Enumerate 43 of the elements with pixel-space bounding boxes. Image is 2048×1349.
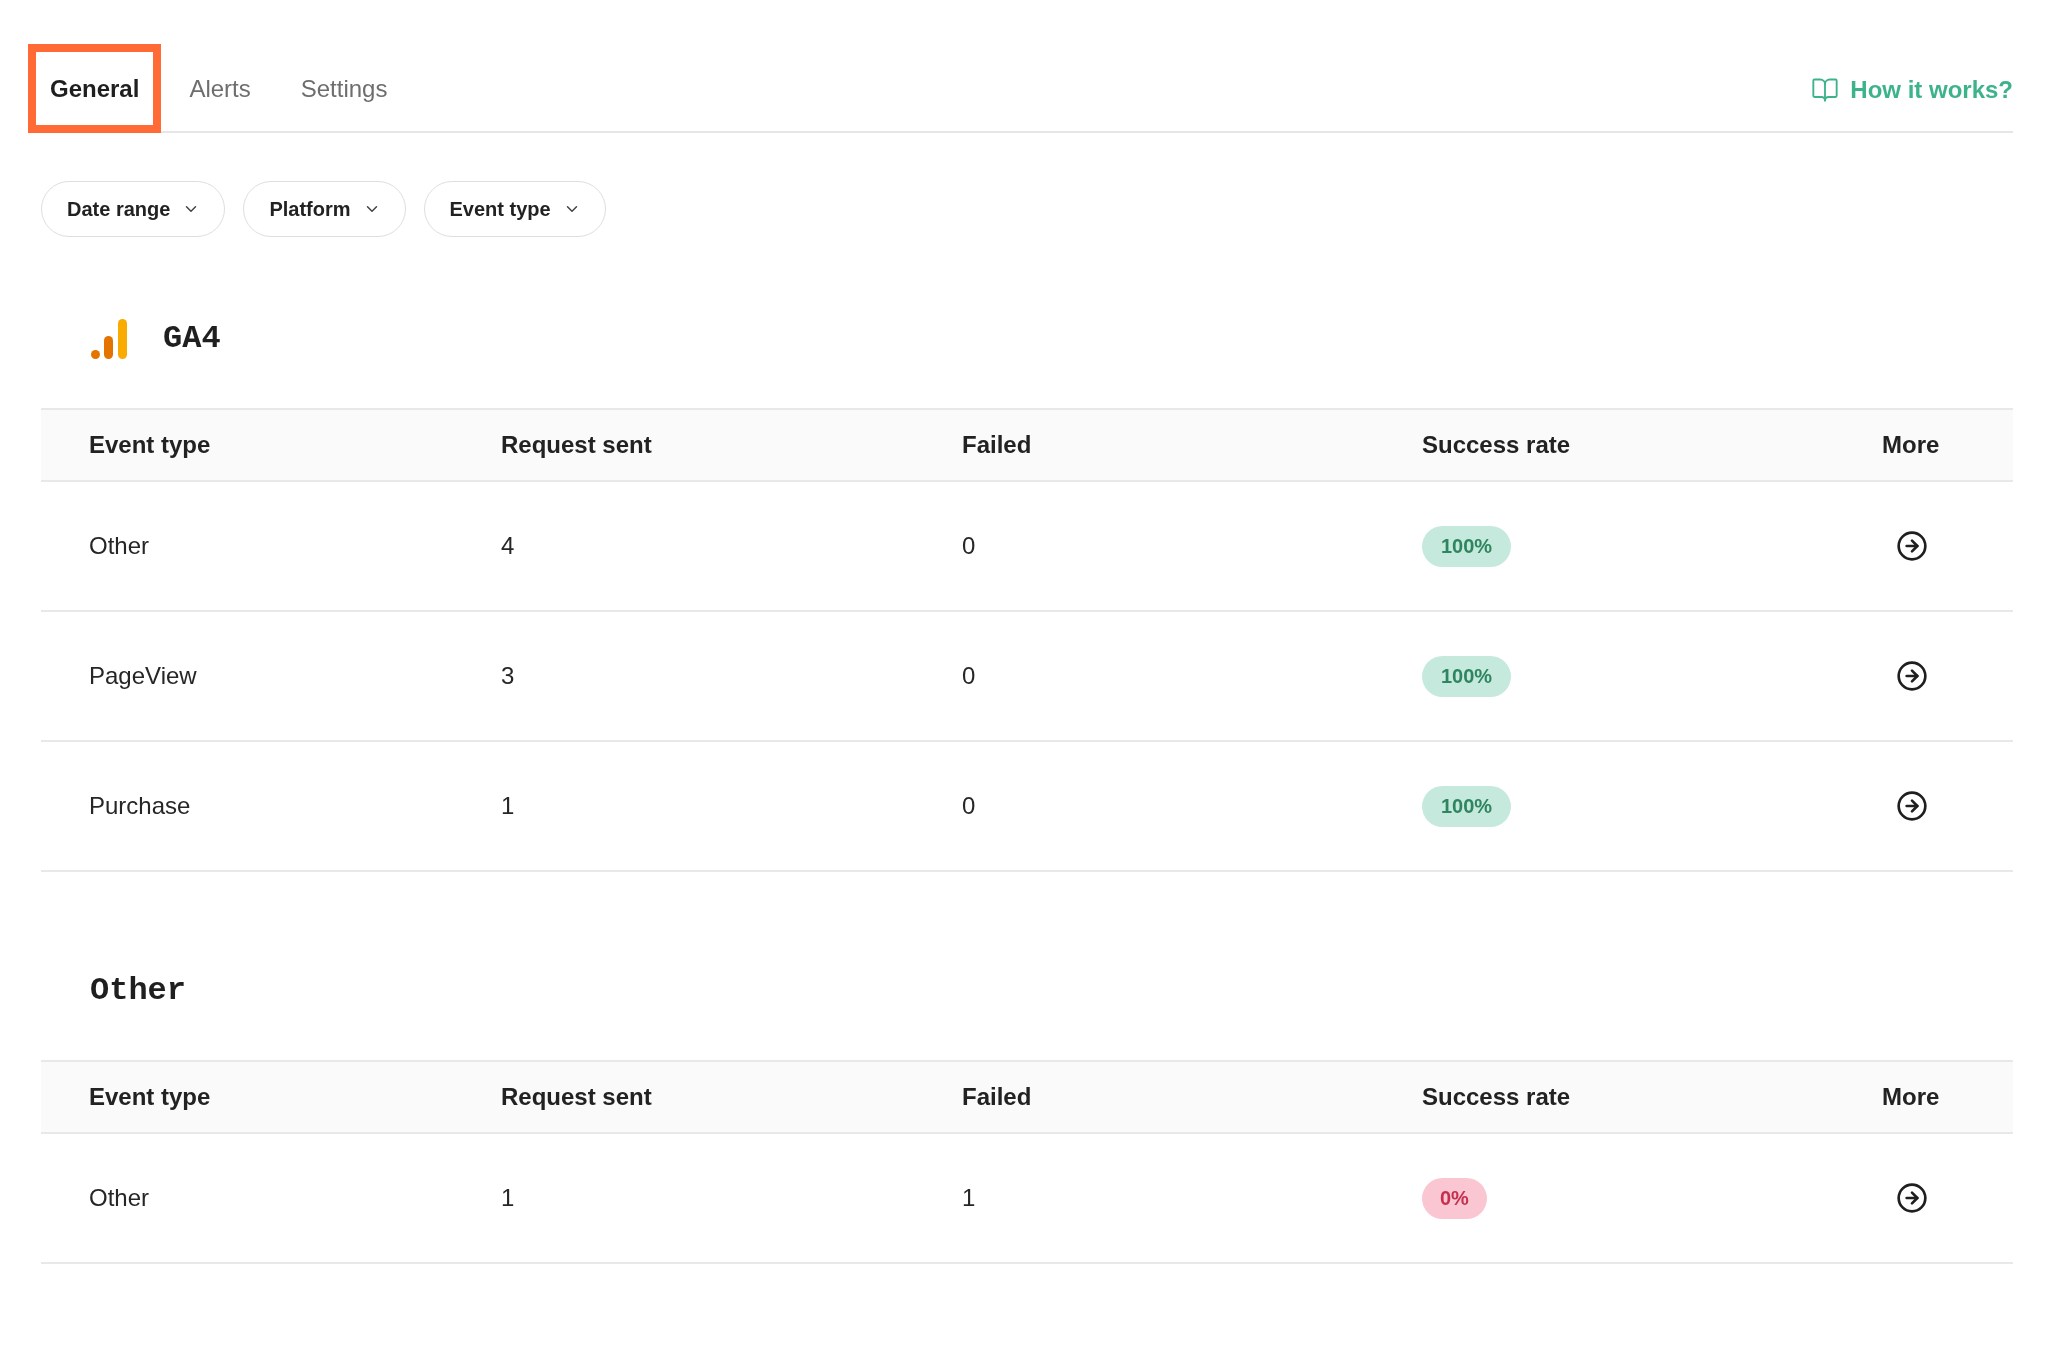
table-cell: 0 <box>962 532 976 559</box>
table-cell: PageView <box>89 662 197 689</box>
success-rate-badge: 100% <box>1422 655 1512 697</box>
column-header: Request sent <box>501 1083 652 1110</box>
more-button[interactable] <box>1896 1182 1928 1214</box>
column-header: Success rate <box>1422 431 1571 458</box>
more-button[interactable] <box>1896 790 1928 822</box>
bar-chart-logo-icon <box>90 319 128 359</box>
section-title: Other <box>90 975 186 1007</box>
column-header: Success rate <box>1422 1083 1571 1110</box>
table-cell: Purchase <box>89 792 191 819</box>
table-cell: 1 <box>962 1184 976 1211</box>
table-cell: 1 <box>501 1184 515 1211</box>
filter-dropdown[interactable]: Platform <box>243 181 406 237</box>
arrow-circle-icon <box>1896 660 1928 692</box>
success-rate-badge: 0% <box>1422 1177 1487 1219</box>
table-cell: Other <box>89 532 150 559</box>
success-rate-badge: 100% <box>1422 525 1512 567</box>
table-cell: Other <box>89 1184 150 1211</box>
column-header: More <box>1882 431 1940 458</box>
arrow-circle-icon <box>1896 790 1928 822</box>
filter-dropdown[interactable]: Event type <box>423 181 606 237</box>
arrow-circle-icon <box>1896 1182 1928 1214</box>
more-button[interactable] <box>1896 660 1928 692</box>
tab[interactable]: General <box>28 44 162 133</box>
tab[interactable]: Settings <box>278 44 410 133</box>
filter-dropdown[interactable]: Date range <box>41 181 226 237</box>
tab[interactable]: Alerts <box>167 44 273 133</box>
table-cell: 0 <box>962 662 976 689</box>
section-title: GA4 <box>163 323 221 355</box>
column-header: Failed <box>962 1083 1032 1110</box>
success-rate-badge: 100% <box>1422 785 1512 827</box>
table-cell: 3 <box>501 662 515 689</box>
table-cell: 0 <box>962 792 976 819</box>
arrow-circle-icon <box>1896 530 1928 562</box>
column-header: Failed <box>962 431 1032 458</box>
column-header: Event type <box>89 431 211 458</box>
column-header: Request sent <box>501 431 652 458</box>
column-header: Event type <box>89 1083 211 1110</box>
column-header: More <box>1882 1083 1940 1110</box>
table-cell: 4 <box>501 532 515 559</box>
table-cell: 1 <box>501 792 515 819</box>
more-button[interactable] <box>1896 530 1928 562</box>
